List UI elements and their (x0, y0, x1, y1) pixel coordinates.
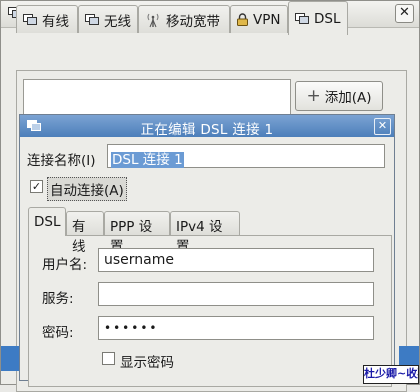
username-label: 用户名: (42, 257, 88, 273)
tab-wireless-label: 无线 (104, 13, 131, 30)
wired-network-icon (23, 13, 37, 25)
tab-ppp-settings[interactable]: PPP 设置 (104, 211, 170, 255)
tab-wireless[interactable]: 无线 (78, 5, 138, 33)
service-label: 服务: (42, 291, 74, 307)
show-password-label[interactable]: 显示密码 (120, 351, 174, 371)
dsl-network-icon (295, 12, 309, 24)
service-input[interactable] (98, 282, 374, 306)
wireless-network-icon (85, 13, 99, 25)
dialog-close-button[interactable]: ✕ (374, 118, 391, 135)
tab-wired-settings[interactable]: 有线 (66, 211, 104, 255)
tab-dsl-label: DSL (314, 10, 341, 27)
add-button[interactable]: + 添加(A) (295, 81, 383, 111)
mobile-broadband-icon (147, 13, 159, 27)
lock-icon (237, 13, 248, 26)
tab-wired[interactable]: 有线 (16, 5, 78, 33)
show-password-checkbox[interactable] (102, 352, 115, 365)
edit-dsl-dialog: 正在编辑 DSL 连接 1 ✕ 连接名称(I) DSL 连接 1 ✓ 自动连接(… (19, 114, 395, 387)
watermark-stamp: 杜少卿~收藏 (363, 365, 419, 384)
tab-dsl-settings[interactable]: DSL (28, 207, 66, 236)
plus-icon: + (306, 86, 321, 106)
tab-wired-label: 有线 (42, 13, 69, 30)
window-close-button[interactable]: ✕ (395, 4, 414, 23)
auto-connect-checkbox[interactable]: ✓ (30, 180, 43, 193)
tab-mobile-broadband-label: 移动宽带 (166, 13, 220, 30)
add-button-label: 添加(A) (324, 90, 372, 106)
password-input[interactable]: •••••• (98, 316, 374, 340)
auto-connect-label[interactable]: 自动连接(A) (47, 177, 127, 201)
tab-dsl[interactable]: DSL (288, 1, 348, 35)
username-input[interactable]: username (98, 248, 374, 272)
tab-ipv4-settings[interactable]: IPv4 设置 (170, 211, 240, 255)
connection-name-label: 连接名称(I) (27, 153, 96, 169)
password-label: 密码: (42, 325, 74, 341)
tab-mobile-broadband[interactable]: 移动宽带 (138, 5, 230, 33)
connection-name-value: DSL 连接 1 (111, 152, 184, 168)
connection-name-input[interactable]: DSL 连接 1 (107, 144, 385, 168)
dialog-title: 正在编辑 DSL 连接 1 (140, 122, 274, 138)
tab-vpn[interactable]: VPN (230, 5, 288, 33)
tab-vpn-label: VPN (253, 11, 281, 28)
dialog-titlebar[interactable]: 正在编辑 DSL 连接 1 ✕ (20, 115, 394, 138)
